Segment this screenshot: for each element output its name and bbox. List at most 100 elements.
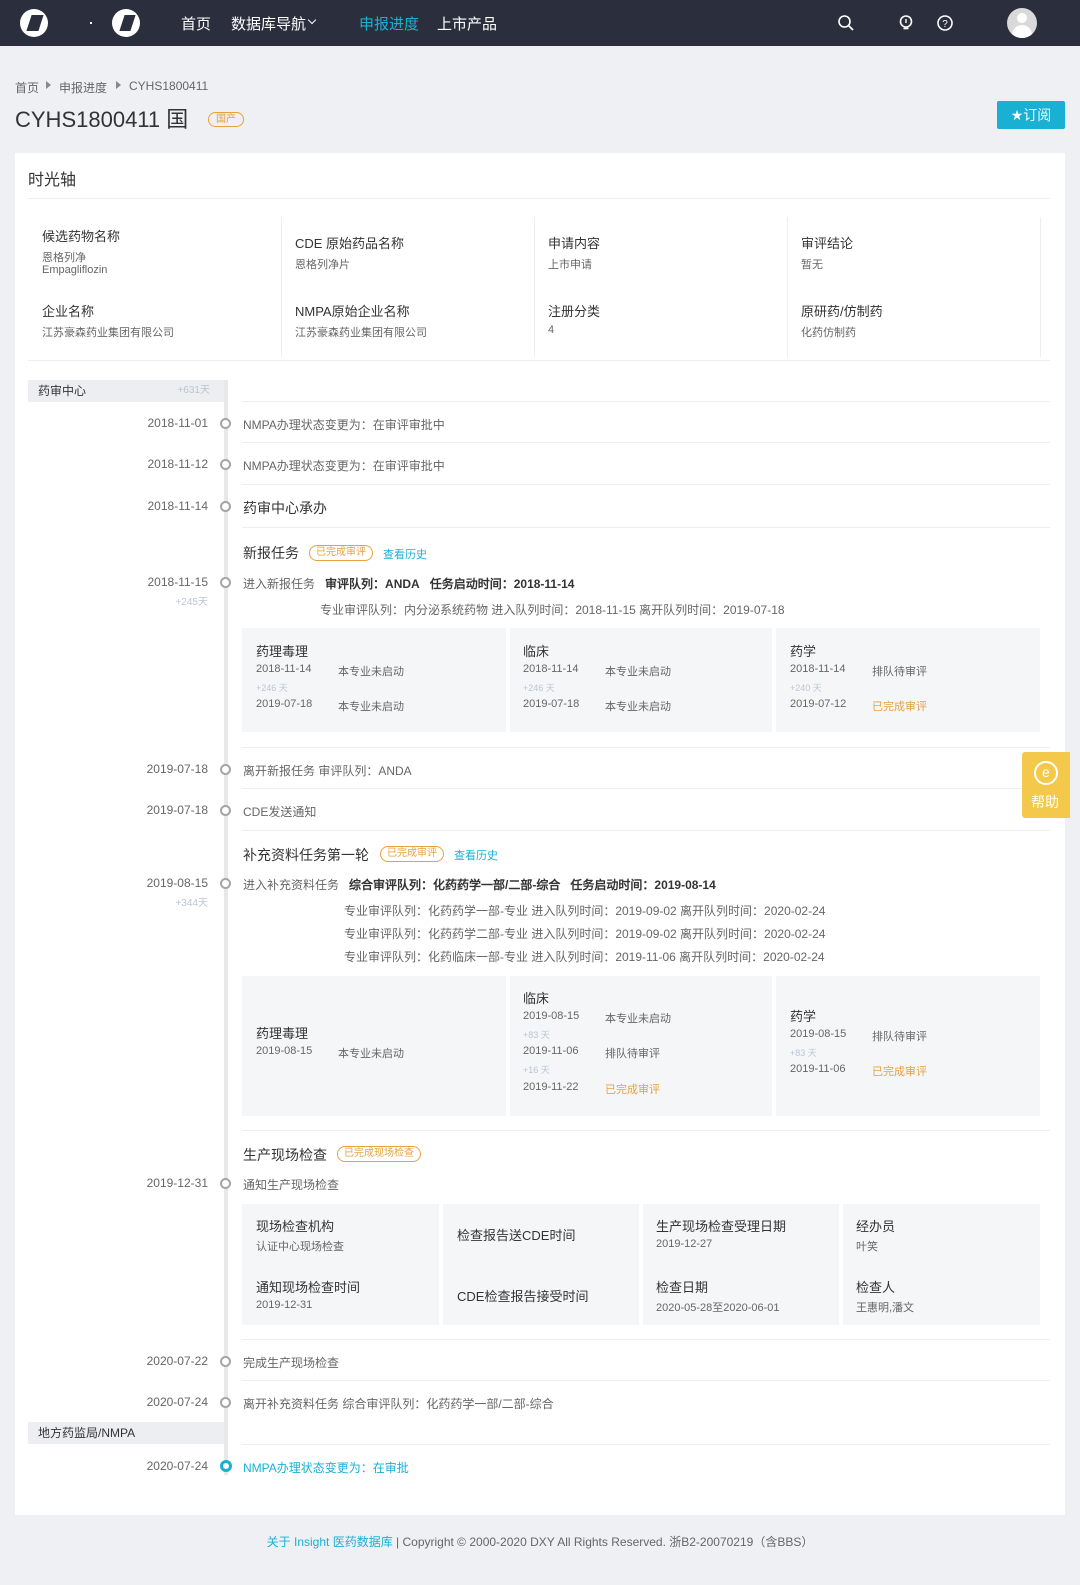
box-days: +16 天 (523, 1065, 550, 1075)
nav-database[interactable]: 数据库导航 (231, 13, 306, 34)
info-value: 江苏豪森药业集团有限公司 (42, 327, 174, 339)
info-label: 审评结论 (801, 236, 854, 251)
timeline-axis (224, 380, 228, 1475)
box-date: 2019-07-18 (256, 698, 313, 710)
info-value: 暂无 (801, 259, 823, 271)
svg-text:?: ? (942, 19, 948, 30)
box-date: 2019-11-22 (523, 1081, 579, 1093)
task-title: 新报任务 (243, 545, 299, 561)
info-label: CDE 原始药品名称 (295, 236, 405, 251)
event-date: 2020-07-24 (146, 1395, 208, 1409)
timeline-node (220, 418, 231, 429)
section-cde: 药审中心 +631天 (28, 380, 224, 402)
separator-dot (90, 22, 92, 24)
top-nav: 首页 数据库导航 申报进度 上市产品 ? (0, 0, 1080, 46)
divider (242, 830, 1050, 831)
queue-text: 综合审评队列：化药药学一部/二部-综合 (349, 878, 561, 892)
box-status: 本专业未启动 (338, 701, 404, 713)
start-time-text: 任务启动时间：2019-08-14 (570, 878, 716, 892)
box-status: 已完成审评 (872, 701, 927, 713)
box-status: 本专业未启动 (338, 1048, 404, 1060)
nav-products[interactable]: 上市产品 (437, 13, 497, 34)
search-icon[interactable] (837, 14, 855, 32)
page-title: CYHS1800411 国 (15, 107, 189, 132)
insight-logo-icon[interactable] (112, 9, 140, 37)
event-date: 2019-08-15 (146, 876, 208, 890)
box-title: 药学 (790, 644, 817, 659)
info-value: 江苏豪森药业集团有限公司 (295, 327, 427, 339)
info-label: 注册分类 (548, 304, 601, 319)
box-title: 临床 (523, 991, 550, 1006)
start-time-text: 任务启动时间：2018-11-14 (429, 577, 575, 591)
nav-home[interactable]: 首页 (181, 13, 211, 34)
footer-about-link[interactable]: 关于 Insight 医药数据库 (267, 1535, 393, 1549)
view-history-link[interactable]: 查看历史 (383, 546, 427, 562)
event-date: 2020-07-24 (146, 1459, 208, 1473)
divider (281, 217, 282, 357)
inspection-value: 2020-05-28至2020-06-01 (656, 1302, 780, 1314)
inspection-cell (443, 1204, 639, 1325)
task-title: 生产现场检查 (243, 1147, 327, 1163)
card-title: 时光轴 (28, 172, 77, 189)
status-badge: 已完成现场检查 (337, 1146, 421, 1162)
box-status: 排队待审评 (872, 666, 927, 678)
view-history-link[interactable]: 查看历史 (454, 847, 498, 863)
inspection-label: 生产现场检查受理日期 (656, 1219, 787, 1234)
divider (242, 747, 1050, 748)
event-date: 2018-11-15 (147, 575, 209, 589)
help-chat-icon (1034, 761, 1058, 785)
info-label: NMPA原始企业名称 (295, 304, 410, 319)
timeline-node (220, 1397, 231, 1408)
nav-progress[interactable]: 申报进度 (359, 13, 419, 34)
section-nmpa: 地方药监局/NMPA (28, 1422, 224, 1444)
event-text: 离开新报任务 审评队列：ANDA (243, 764, 412, 778)
breadcrumb-progress[interactable]: 申报进度 (59, 79, 107, 96)
info-value: 恩格列净片 (295, 259, 350, 271)
event-text: 进入新报任务 审评队列：ANDA 任务启动时间：2018-11-14 (243, 575, 574, 592)
box-title: 药学 (790, 1009, 817, 1024)
inspection-label: 经办员 (856, 1219, 896, 1234)
box-date: 2019-11-06 (790, 1063, 846, 1075)
breadcrumb-home[interactable]: 首页 (15, 79, 39, 96)
box-days: +246 天 (523, 683, 555, 693)
event-days: +245天 (175, 597, 208, 608)
help-circle-icon[interactable]: ? (936, 14, 954, 32)
box-date: 2019-07-12 (790, 698, 847, 710)
inspection-label: CDE检查报告接受时间 (457, 1289, 589, 1304)
box-status: 本专业未启动 (605, 1013, 671, 1025)
info-value: 化药仿制药 (801, 327, 856, 339)
divider (28, 198, 1050, 199)
footer: 关于 Insight 医药数据库 | Copyright © 2000-2020… (0, 1533, 1080, 1550)
box-date: 2018-11-14 (256, 663, 312, 675)
event-text: NMPA办理状态变更为：在审批 (243, 1461, 409, 1475)
info-value: 恩格列净 (42, 252, 86, 264)
event-text: NMPA办理状态变更为：在审评审批中 (243, 418, 445, 432)
help-button[interactable]: 帮助 (1022, 752, 1070, 818)
queue-text: 审评队列：ANDA (325, 577, 420, 591)
user-avatar[interactable] (1007, 8, 1037, 38)
event-date: 2019-07-18 (146, 762, 208, 776)
timeline-node (220, 1356, 231, 1367)
inspection-label: 检查人 (856, 1280, 896, 1295)
footer-copyright: | Copyright © 2000-2020 DXY All Rights R… (392, 1535, 814, 1549)
box-status: 已完成审评 (605, 1084, 660, 1096)
timeline-node (220, 764, 231, 775)
timeline-node-current (220, 1460, 232, 1472)
bulb-icon[interactable] (897, 14, 915, 32)
event-date: 2019-12-31 (146, 1176, 208, 1190)
divider (242, 1130, 1050, 1131)
subscribe-button[interactable]: ★订阅 (997, 101, 1065, 129)
divider (242, 1444, 1050, 1445)
inspection-label: 检查日期 (656, 1280, 709, 1295)
inspection-label: 通知现场检查时间 (256, 1280, 361, 1295)
timeline-node (220, 805, 231, 816)
box-status: 本专业未启动 (605, 701, 671, 713)
divider (242, 788, 1050, 789)
dxy-logo-icon[interactable] (20, 9, 48, 37)
queue-detail: 专业审评队列：化药药学一部-专业 进入队列时间：2019-09-02 离开队列时… (344, 904, 826, 918)
inspection-label: 现场检查机构 (256, 1219, 335, 1234)
inspection-value: 叶笑 (856, 1241, 878, 1253)
info-label: 原研药/仿制药 (801, 304, 883, 319)
event-date: 2018-11-12 (147, 457, 209, 471)
inspection-value: 2019-12-31 (256, 1299, 313, 1311)
